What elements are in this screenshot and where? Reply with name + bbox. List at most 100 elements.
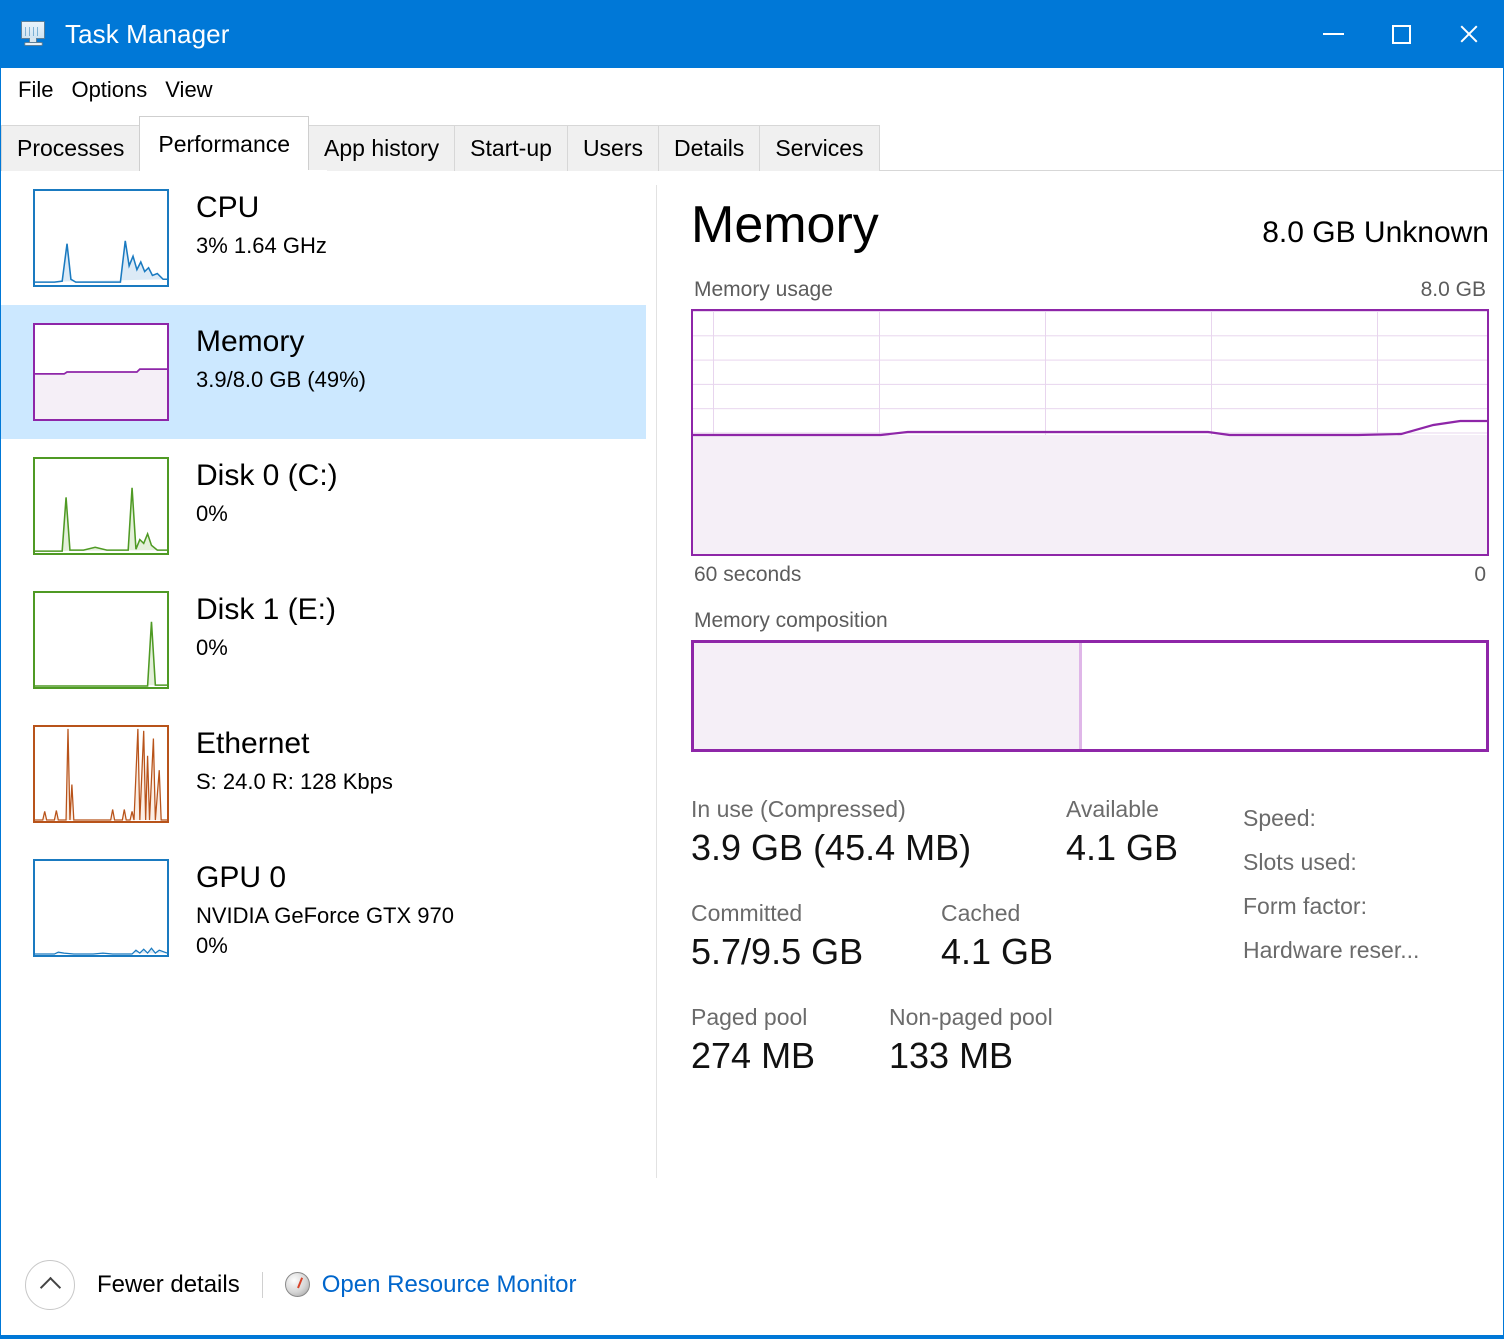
stat-in-use-label: In use (Compressed) — [691, 796, 906, 822]
minimize-icon — [1322, 33, 1344, 35]
stat-committed: Committed 5.7/9.5 GB — [691, 898, 941, 974]
menu-view[interactable]: View — [158, 76, 219, 104]
sidebar-item-label: GPU 0 — [196, 861, 287, 894]
stats-row-3: Paged pool 274 MB Non-paged pool 133 MB — [691, 1002, 1221, 1078]
window-controls — [1299, 0, 1503, 68]
stats-left-columns: In use (Compressed) 3.9 GB (45.4 MB) Ava… — [691, 794, 1221, 1078]
footer-separator — [261, 1271, 263, 1298]
sidebar-item-gpu0[interactable]: GPU 0 NVIDIA GeForce GTX 970 0% — [1, 841, 646, 975]
sidebar-item-sub: S: 24.0 R: 128 Kbps — [196, 768, 393, 794]
ethernet-text: Ethernet S: 24.0 R: 128 Kbps — [196, 725, 393, 796]
tab-processes[interactable]: Processes — [1, 125, 141, 171]
sidebar-item-label: Memory — [196, 325, 305, 358]
graph-title: Memory usage — [694, 278, 833, 301]
stat-cached: Cached 4.1 GB — [941, 898, 1053, 974]
maximize-icon — [1391, 24, 1411, 44]
tab-performance[interactable]: Performance — [139, 116, 310, 171]
graph-series-line — [693, 311, 1487, 554]
memory-composition-title: Memory composition — [694, 609, 888, 632]
memory-usage-graph[interactable] — [691, 309, 1489, 556]
task-manager-icon — [21, 21, 51, 47]
sidebar-item-sub: 0% — [196, 500, 228, 526]
sidebar-item-ethernet[interactable]: Ethernet S: 24.0 R: 128 Kbps — [1, 707, 646, 841]
hw-speed-label: Speed: — [1243, 805, 1316, 831]
hw-slots-used-label: Slots used: — [1243, 849, 1357, 876]
close-icon — [1458, 23, 1480, 45]
resource-list: CPU 3% 1.64 GHz Memory 3.9/8.0 GB (49%) — [1, 171, 646, 1230]
stat-nonpaged-pool-value: 133 MB — [889, 1035, 1014, 1077]
sidebar-item-label: Disk 0 (C:) — [196, 459, 338, 492]
stat-committed-value: 5.7/9.5 GB — [691, 931, 864, 973]
stat-available-value: 4.1 GB — [1066, 827, 1179, 869]
tab-start-up[interactable]: Start-up — [454, 125, 568, 171]
title-bar: Task Manager — [1, 0, 1503, 68]
disk1-text: Disk 1 (E:) 0% — [196, 591, 336, 662]
stat-available: Available 4.1 GB — [1066, 794, 1178, 870]
hw-form-factor-label: Form factor: — [1243, 893, 1367, 920]
resource-monitor-icon — [284, 1272, 310, 1297]
window-title: Task Manager — [65, 18, 230, 49]
page-title: Memory — [691, 196, 879, 254]
menu-bar: File Options View — [1, 68, 1503, 113]
sidebar-item-label: CPU — [196, 191, 260, 224]
detail-header: Memory 8.0 GB Unknown — [691, 171, 1489, 251]
sidebar-item-sub: NVIDIA GeForce GTX 970 — [196, 902, 454, 928]
active-tab-underline-cover — [151, 170, 327, 171]
graph-y-max: 8.0 GB — [1420, 278, 1486, 301]
chevron-up-icon — [39, 1276, 61, 1298]
stat-in-use: In use (Compressed) 3.9 GB (45.4 MB) — [691, 794, 1066, 870]
hw-hardware-reserved-label: Hardware reser... — [1243, 937, 1420, 964]
sidebar-item-disk1[interactable]: Disk 1 (E:) 0% — [1, 573, 646, 707]
memory-mini-graph — [33, 323, 169, 421]
window-bottom-edge — [1, 1335, 1503, 1338]
graph-axis-labels: 60 seconds 0 — [691, 563, 1489, 587]
maximize-button[interactable] — [1367, 0, 1435, 68]
cpu-mini-graph — [33, 189, 169, 287]
stat-paged-pool-label: Paged pool — [691, 1004, 808, 1031]
tab-app-history[interactable]: App history — [308, 125, 456, 171]
disk0-text: Disk 0 (C:) 0% — [196, 457, 338, 528]
content-area: CPU 3% 1.64 GHz Memory 3.9/8.0 GB (49%) — [1, 171, 1503, 1230]
composition-in-use-segment — [694, 643, 1083, 749]
memory-composition-bar[interactable] — [691, 640, 1489, 752]
stat-paged-pool: Paged pool 274 MB — [691, 1002, 889, 1078]
stat-cached-label: Cached — [941, 900, 1021, 927]
sidebar-item-cpu[interactable]: CPU 3% 1.64 GHz — [1, 171, 646, 305]
sidebar-item-sub: 3.9/8.0 GB (49%) — [196, 366, 366, 392]
ethernet-mini-graph — [33, 725, 169, 823]
sidebar-item-label: Disk 1 (E:) — [196, 593, 337, 626]
cpu-text: CPU 3% 1.64 GHz — [196, 189, 327, 260]
graph-x-left: 60 seconds — [694, 563, 802, 586]
open-resource-monitor-link[interactable]: Open Resource Monitor — [322, 1271, 577, 1299]
gpu0-text: GPU 0 NVIDIA GeForce GTX 970 0% — [196, 859, 454, 961]
sidebar-item-sub: 0% — [196, 634, 228, 660]
stat-nonpaged-pool-label: Non-paged pool — [889, 1004, 1053, 1031]
sidebar-item-memory[interactable]: Memory 3.9/8.0 GB (49%) — [1, 305, 646, 439]
close-button[interactable] — [1435, 0, 1503, 68]
menu-file[interactable]: File — [11, 76, 60, 104]
tab-details[interactable]: Details — [658, 125, 761, 171]
stats-grid: In use (Compressed) 3.9 GB (45.4 MB) Ava… — [691, 794, 1489, 1078]
fewer-details-button[interactable] — [25, 1259, 75, 1310]
tab-services[interactable]: Services — [759, 125, 880, 171]
memory-stats: In use (Compressed) 3.9 GB (45.4 MB) Ava… — [691, 794, 1489, 1078]
tab-users[interactable]: Users — [566, 125, 659, 171]
panel-divider — [656, 185, 657, 1178]
graph-x-right: 0 — [1474, 563, 1486, 586]
sidebar-item-disk0[interactable]: Disk 0 (C:) 0% — [1, 439, 646, 573]
tab-strip: Processes Performance App history Start-… — [1, 113, 1503, 171]
title-bar-left: Task Manager — [1, 19, 1299, 50]
footer-bar: Fewer details Open Resource Monitor — [1, 1230, 1503, 1338]
memory-text: Memory 3.9/8.0 GB (49%) — [196, 323, 366, 394]
stat-committed-label: Committed — [691, 900, 803, 927]
stat-paged-pool-value: 274 MB — [691, 1035, 816, 1077]
stat-available-label: Available — [1066, 796, 1159, 822]
sidebar-item-sub: 3% 1.64 GHz — [196, 232, 327, 258]
hardware-info-column: Speed: Slots used: Form factor: Hardware… — [1221, 794, 1419, 1078]
minimize-button[interactable] — [1299, 0, 1367, 68]
fewer-details-label[interactable]: Fewer details — [97, 1271, 240, 1299]
memory-total-label: 8.0 GB Unknown — [1262, 216, 1489, 249]
menu-options[interactable]: Options — [64, 76, 154, 104]
stat-nonpaged-pool: Non-paged pool 133 MB — [889, 1002, 1053, 1078]
sidebar-item-label: Ethernet — [196, 727, 310, 760]
